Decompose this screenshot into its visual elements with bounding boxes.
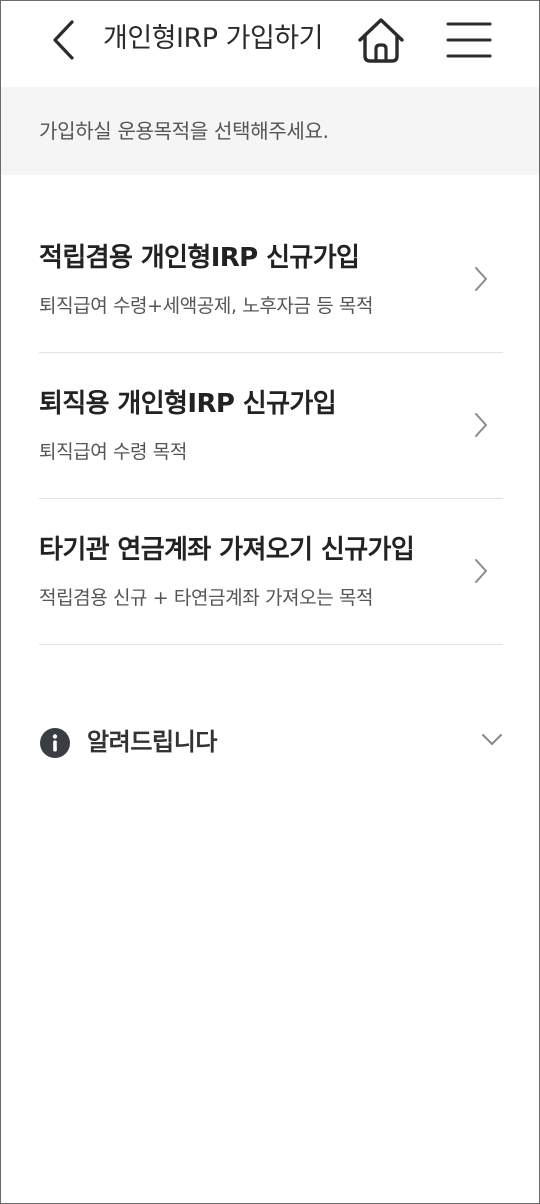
screen: 개인형IRP 가입하기 가입하실 운용목적을 선택해주세요. 적립겸용 개인형I…: [0, 0, 540, 1204]
page-title: 개인형IRP 가입하기: [103, 23, 323, 54]
notice-accordion[interactable]: 알려드립니다: [39, 717, 503, 767]
hamburger-menu-icon: [446, 22, 492, 58]
guide-banner: 가입하실 운용목적을 선택해주세요.: [1, 87, 539, 175]
option-description: 퇴직급여 수령+세액공제, 노후자금 등 목적: [39, 295, 374, 317]
option-title: 적립겸용 개인형IRP 신규가입: [39, 243, 360, 273]
guide-text: 가입하실 운용목적을 선택해주세요.: [39, 119, 329, 143]
option-description: 퇴직급여 수령 목적: [39, 441, 187, 463]
chevron-right-icon: [475, 559, 487, 583]
back-button[interactable]: [45, 17, 81, 63]
chevron-left-icon: [53, 20, 74, 60]
home-icon: [358, 18, 404, 63]
option-title: 타기관 연금계좌 가져오기 신규가입: [39, 535, 415, 565]
option-retirement-irp[interactable]: 퇴직용 개인형IRP 신규가입 퇴직급여 수령 목적: [39, 353, 503, 499]
info-icon: [40, 728, 70, 758]
chevron-right-icon: [475, 413, 487, 437]
notice-label: 알려드립니다: [87, 728, 218, 756]
chevron-down-icon: [482, 734, 502, 745]
option-accumulation-irp[interactable]: 적립겸용 개인형IRP 신규가입 퇴직급여 수령+세액공제, 노후자금 등 목적: [39, 207, 503, 353]
home-button[interactable]: [353, 13, 409, 67]
chevron-right-icon: [475, 267, 487, 291]
option-transfer-pension[interactable]: 타기관 연금계좌 가져오기 신규가입 적립겸용 신규 + 타연금계좌 가져오는 …: [39, 499, 503, 645]
option-title: 퇴직용 개인형IRP 신규가입: [39, 389, 337, 419]
menu-button[interactable]: [443, 15, 495, 65]
app-header: 개인형IRP 가입하기: [1, 1, 539, 87]
option-description: 적립겸용 신규 + 타연금계좌 가져오는 목적: [39, 587, 374, 609]
